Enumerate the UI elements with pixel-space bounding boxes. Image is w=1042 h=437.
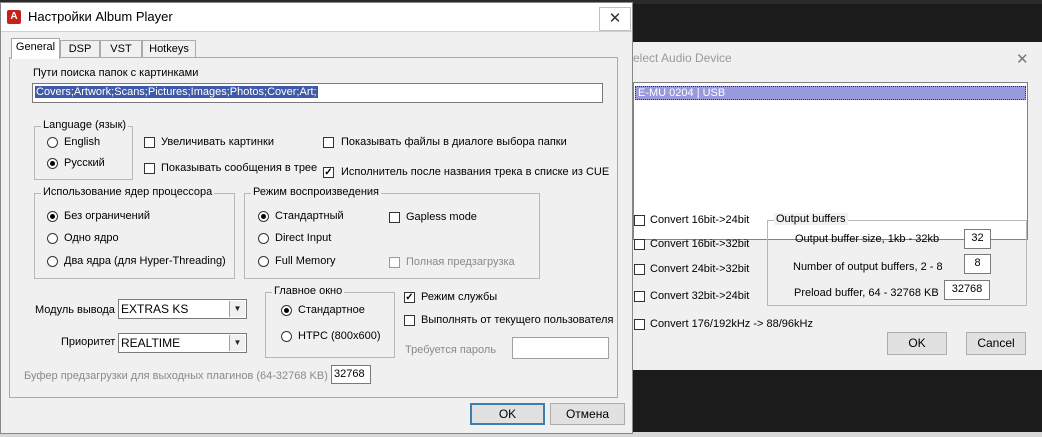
ok-button[interactable]: OK xyxy=(887,332,947,355)
close-button[interactable]: ✕ xyxy=(599,7,631,31)
main-window-standard-radio[interactable] xyxy=(281,305,292,316)
priority-value: REALTIME xyxy=(121,336,181,350)
convert-24-32-label: Convert 24bit->32bit xyxy=(650,263,750,275)
app-icon: A xyxy=(7,10,21,24)
gapless-checkbox[interactable] xyxy=(389,212,400,223)
tab-hotkeys[interactable]: Hotkeys xyxy=(142,40,196,58)
artist-after-track-checkbox[interactable]: ✓ xyxy=(323,167,334,178)
language-legend: Language (язык) xyxy=(41,119,129,131)
preload-buffer-size-label: Preload buffer, 64 - 32768 KB xyxy=(794,287,939,299)
cpu-two-cores-radio[interactable] xyxy=(47,256,58,267)
folder-search-value: Covers;Artwork;Scans;Pictures;Images;Pho… xyxy=(35,86,318,98)
full-preload-checkbox[interactable] xyxy=(389,257,400,268)
preload-buffer-size-input[interactable]: 32768 xyxy=(944,280,990,300)
full-preload-label: Полная предзагрузка xyxy=(406,256,515,268)
close-icon[interactable]: ✕ xyxy=(1016,50,1029,68)
cpu-two-cores-label: Два ядра (для Hyper-Threading) xyxy=(64,255,226,267)
service-mode-checkbox[interactable]: ✓ xyxy=(404,292,415,303)
buffer-size-label: Output buffer size, 1kb - 32kb xyxy=(795,233,940,245)
run-as-current-user-label: Выполнять от текущего пользователя xyxy=(421,314,614,326)
password-input[interactable] xyxy=(512,337,609,359)
playback-standard-radio[interactable] xyxy=(258,211,269,222)
language-russian-radio[interactable] xyxy=(47,158,58,169)
convert-16-24-checkbox[interactable] xyxy=(634,215,645,226)
buffer-count-input[interactable]: 8 xyxy=(964,254,991,274)
cpu-one-core-radio[interactable] xyxy=(47,233,58,244)
show-tray-messages-label: Показывать сообщения в трее xyxy=(161,162,318,174)
show-tray-messages-checkbox[interactable] xyxy=(144,163,155,174)
language-russian-label: Русский xyxy=(64,157,105,169)
playback-standard-label: Стандартный xyxy=(275,210,344,222)
playback-full-memory-radio[interactable] xyxy=(258,256,269,267)
service-mode-label: Режим службы xyxy=(421,291,498,303)
main-window-legend: Главное окно xyxy=(272,285,345,297)
convert-24-32-checkbox[interactable] xyxy=(634,264,645,275)
buffer-size-input[interactable]: 32 xyxy=(964,229,991,249)
language-group: Language (язык) xyxy=(34,119,133,180)
convert-16-32-checkbox[interactable] xyxy=(634,239,645,250)
convert-16-32-label: Convert 16bit->32bit xyxy=(650,238,750,250)
convert-samplerate-label: Convert 176/192kHz -> 88/96kHz xyxy=(650,318,813,330)
ok-button[interactable]: OK xyxy=(470,403,545,425)
password-label: Требуется пароль xyxy=(405,344,497,356)
device-list-item[interactable]: E-MU 0204 | USB xyxy=(635,86,1026,100)
cancel-button[interactable]: Cancel xyxy=(966,332,1026,355)
show-files-label: Показывать файлы в диалоге выбора папки xyxy=(341,136,567,148)
priority-label: Приоритет xyxy=(61,336,116,348)
convert-samplerate-checkbox[interactable] xyxy=(634,319,645,330)
cpu-unlimited-label: Без ограничений xyxy=(64,210,150,222)
check-mark-icon: ✓ xyxy=(324,167,333,178)
convert-16-24-label: Convert 16bit->24bit xyxy=(650,214,750,226)
main-window-htpc-label: HTPC (800x600) xyxy=(298,330,381,342)
language-english-label: English xyxy=(64,136,101,148)
enlarge-images-checkbox[interactable] xyxy=(144,137,155,148)
check-mark-icon: ✓ xyxy=(405,292,414,303)
convert-32-24-checkbox[interactable] xyxy=(634,291,645,302)
buffer-count-label: Number of output buffers, 2 - 8 xyxy=(793,261,943,273)
language-english-radio[interactable] xyxy=(47,137,58,148)
audio-device-dialog: elect Audio Device ✕ E-MU 0204 | USB Con… xyxy=(633,42,1042,370)
tab-general[interactable]: General xyxy=(11,38,60,59)
cancel-button[interactable]: Отмена xyxy=(550,403,625,425)
artist-after-track-label: Исполнитель после названия трека в списк… xyxy=(341,166,610,178)
chevron-down-icon[interactable]: ▼ xyxy=(229,335,245,351)
output-module-value: EXTRAS KS xyxy=(121,302,189,316)
window-title: Настройки Album Player xyxy=(28,9,173,24)
preload-buffer-input[interactable]: 32768 xyxy=(331,365,371,384)
playback-direct-input-radio[interactable] xyxy=(258,233,269,244)
output-module-select[interactable]: EXTRAS KS ▼ xyxy=(118,299,247,319)
playback-full-memory-label: Full Memory xyxy=(275,255,336,267)
folder-search-input[interactable]: Covers;Artwork;Scans;Pictures;Images;Pho… xyxy=(32,83,603,103)
convert-32-24-label: Convert 32bit->24bit xyxy=(650,290,750,302)
cpu-cores-legend: Использование ядер процессора xyxy=(41,186,215,198)
settings-dialog: A Настройки Album Player ✕ General DSP V… xyxy=(0,2,633,434)
tab-dsp[interactable]: DSP xyxy=(60,40,100,58)
playback-mode-legend: Режим воспроизведения xyxy=(251,186,381,198)
tab-vst[interactable]: VST xyxy=(100,40,142,58)
output-module-label: Модуль вывода xyxy=(35,304,115,316)
main-window-standard-label: Стандартное xyxy=(298,304,365,316)
title-bar[interactable]: A Настройки Album Player ✕ xyxy=(1,3,632,32)
output-buffers-legend: Output buffers xyxy=(774,213,848,225)
main-window-htpc-radio[interactable] xyxy=(281,331,292,342)
priority-select[interactable]: REALTIME ▼ xyxy=(118,333,247,353)
cpu-unlimited-radio[interactable] xyxy=(47,211,58,222)
enlarge-images-label: Увеличивать картинки xyxy=(161,136,274,148)
chevron-down-icon[interactable]: ▼ xyxy=(229,301,245,317)
gapless-label: Gapless mode xyxy=(406,211,477,223)
dialog-title: elect Audio Device xyxy=(633,51,732,65)
run-as-current-user-checkbox[interactable] xyxy=(404,315,415,326)
preload-buffer-label: Буфер предзагрузки для выходных плагинов… xyxy=(24,370,328,382)
show-files-checkbox[interactable] xyxy=(323,137,334,148)
playback-direct-input-label: Direct Input xyxy=(275,232,332,244)
folder-search-label: Пути поиска папок с картинками xyxy=(33,67,199,79)
cpu-one-core-label: Одно ядро xyxy=(64,232,119,244)
main-window-group: Главное окно xyxy=(265,285,395,358)
